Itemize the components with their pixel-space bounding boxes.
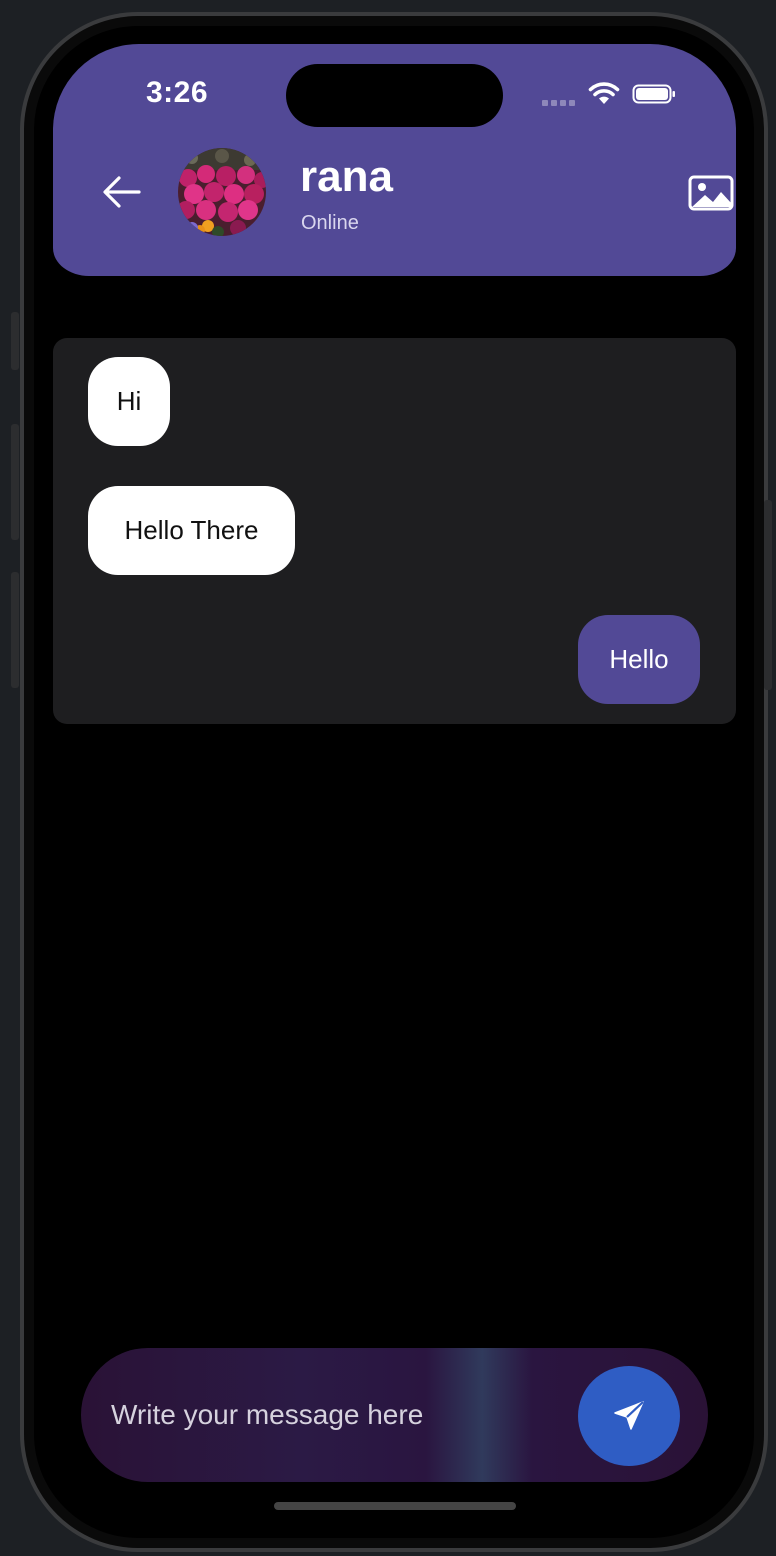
arrow-left-icon xyxy=(103,176,141,208)
dynamic-island xyxy=(286,64,503,127)
message-bubble-incoming[interactable]: Hi xyxy=(88,357,170,446)
status-time: 3:26 xyxy=(146,76,209,109)
cellular-signal-icon xyxy=(542,100,575,106)
message-list[interactable]: Hi Hello There Hello xyxy=(53,338,736,724)
home-indicator[interactable] xyxy=(274,1502,516,1510)
back-button[interactable] xyxy=(101,174,143,210)
message-composer xyxy=(81,1348,708,1482)
avatar[interactable] xyxy=(178,148,266,236)
message-bubble-incoming[interactable]: Hello There xyxy=(88,486,295,575)
wifi-icon xyxy=(588,82,620,104)
send-button[interactable] xyxy=(578,1366,680,1466)
phone-screen: rana Online 3:26 Hi Hello There Hello xyxy=(34,26,754,1538)
contact-status: Online xyxy=(301,212,359,234)
volume-down-button xyxy=(11,572,19,688)
power-button xyxy=(764,500,772,690)
message-bubble-outgoing[interactable]: Hello xyxy=(578,615,700,704)
send-icon xyxy=(614,1401,644,1430)
battery-icon xyxy=(632,84,675,104)
attach-image-button[interactable] xyxy=(687,174,735,212)
message-input[interactable] xyxy=(109,1388,553,1442)
volume-up-button xyxy=(11,424,19,540)
contact-name: rana xyxy=(300,152,393,201)
avatar-flowers-image xyxy=(178,148,266,236)
action-button xyxy=(11,312,19,370)
image-icon xyxy=(688,175,734,211)
